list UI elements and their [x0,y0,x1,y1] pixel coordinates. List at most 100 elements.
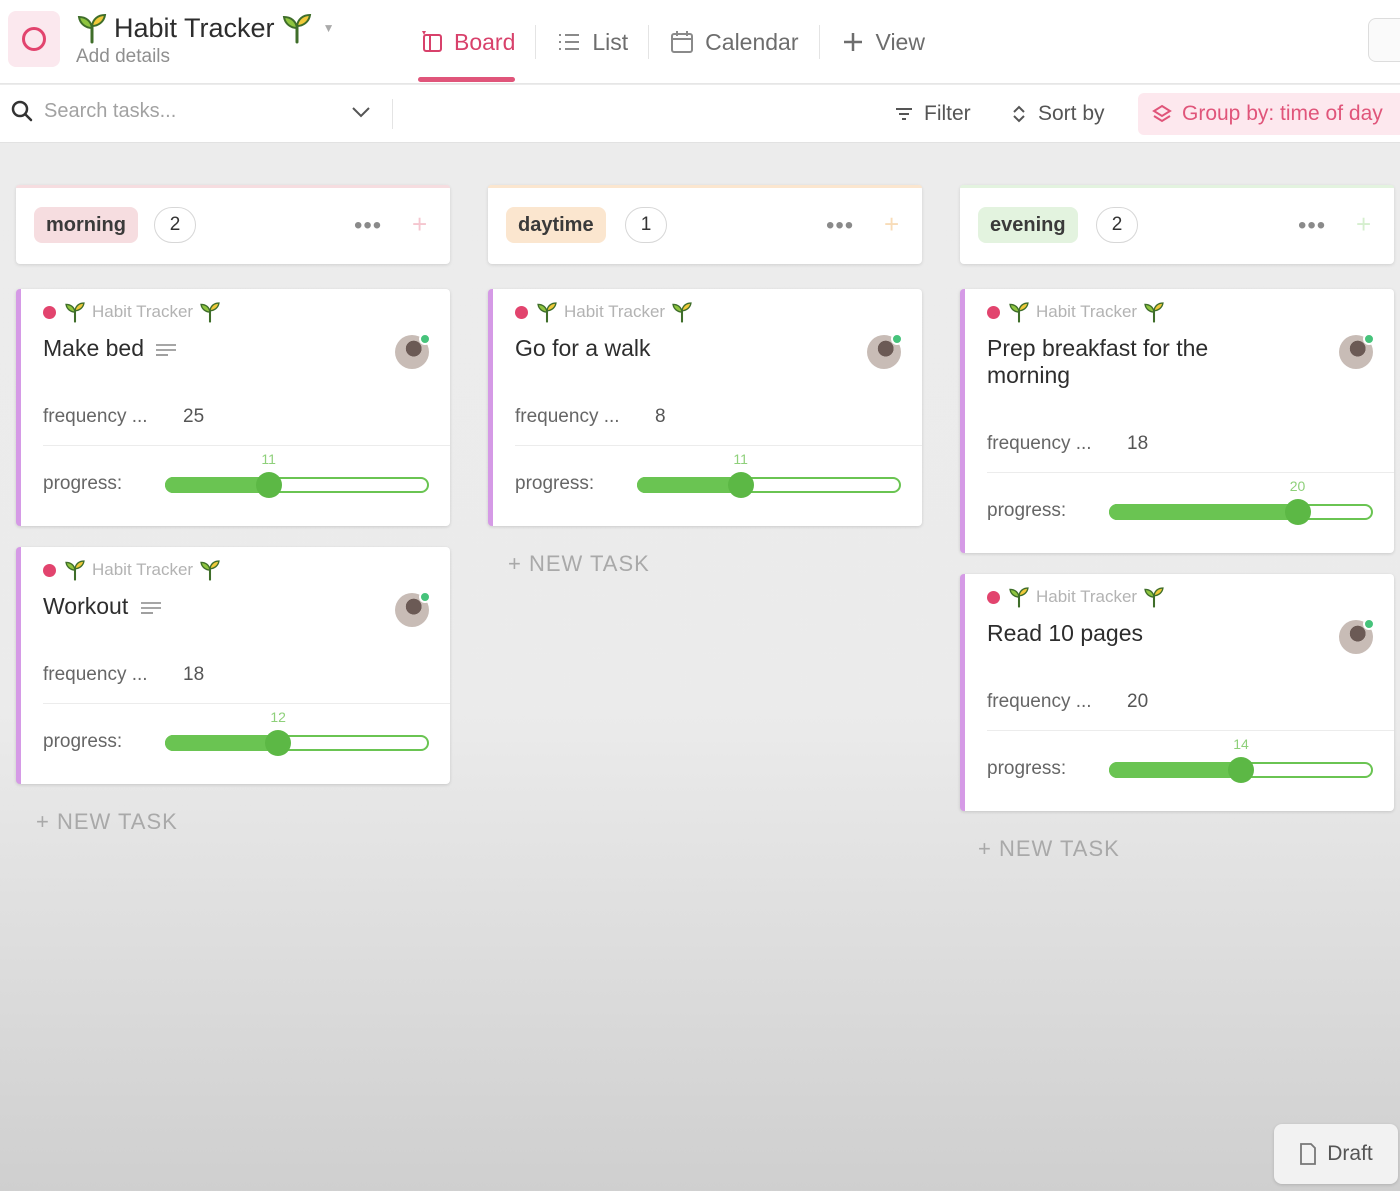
task-title[interactable]: Workout [43,593,343,620]
progress-field: progress: 14 [987,736,1377,788]
tab-list[interactable]: List [536,0,648,84]
field-name: progress: [987,500,1067,521]
status-pill[interactable]: morning [34,207,138,243]
sort-button[interactable]: Sort by [1010,99,1105,129]
field-name: progress: [515,473,595,494]
task-count-badge: 1 [625,207,667,243]
online-status-icon [891,333,903,345]
task-location[interactable]: Habit Tracker [987,301,1165,323]
progress-slider[interactable]: 11 [637,451,901,498]
task-title-text: Prep breakfast for the morning [987,335,1209,388]
assignee-avatar[interactable] [395,333,431,369]
tab-add-view[interactable]: View [820,0,945,84]
slider-handle[interactable] [265,730,292,756]
tab-label: List [592,28,629,55]
add-task-icon[interactable]: + [412,209,427,240]
more-options-icon[interactable]: ••• [354,212,382,240]
more-options-icon[interactable]: ••• [826,212,854,240]
field-name: frequency ... [987,691,1092,712]
sprout-icon [536,301,558,323]
task-title[interactable]: Read 10 pages [987,620,1287,647]
board-icon [422,31,442,52]
assignee-avatar[interactable] [867,333,903,369]
filter-button[interactable]: Filter [894,99,971,129]
chevron-down-icon[interactable]: ▼ [323,21,335,35]
slider-value: 11 [733,451,748,467]
field-name: frequency ... [987,433,1092,454]
sprout-icon [1008,586,1030,608]
assignee-avatar[interactable] [395,591,431,627]
task-title[interactable]: Prep breakfast for the morning [987,335,1287,389]
field-value[interactable]: 18 [1127,433,1148,455]
slider-fill [637,477,741,493]
sprout-icon [64,559,86,581]
tab-label: Calendar [705,28,799,55]
group-by-label: Group by: time of day [1182,102,1383,125]
list-icon [559,34,580,50]
location-label: Habit Tracker [1036,302,1138,321]
slider-handle[interactable] [727,472,754,498]
add-task-icon[interactable]: + [884,209,899,240]
frequency-field: frequency ... 18 [987,433,1148,455]
task-card[interactable]: Habit Tracker Workout frequency ... 18 p… [16,547,450,784]
progress-slider[interactable]: 12 [165,709,429,756]
status-pill[interactable]: daytime [506,207,606,243]
task-title[interactable]: Make bed [43,335,343,362]
draft-button[interactable]: Draft [1274,1124,1398,1184]
tab-board[interactable]: Board [398,0,535,84]
assignee-avatar[interactable] [1339,333,1375,369]
sprout-icon [64,301,86,323]
task-card[interactable]: Habit Tracker Make bed frequency ... 25 … [16,289,450,526]
online-status-icon [419,591,431,603]
group-by-button[interactable]: Group by: time of day [1138,93,1400,135]
search-input[interactable] [44,99,324,123]
field-value[interactable]: 25 [183,406,204,428]
description-icon [140,602,161,614]
location-dot-icon [987,305,1000,319]
layers-icon [1152,104,1172,123]
slider-handle[interactable] [1228,757,1254,783]
slider-handle[interactable] [1284,499,1311,525]
slider-fill [1109,762,1241,778]
more-options-icon[interactable]: ••• [1298,212,1326,240]
sprout-icon [671,301,693,323]
page-title[interactable]: Habit Tracker [114,13,275,44]
assignee-avatar[interactable] [1339,618,1375,654]
progress-field: progress: 11 [515,451,905,503]
new-task-button[interactable]: + NEW TASK [508,551,650,577]
field-value[interactable]: 8 [655,406,666,428]
search-icon [11,100,33,122]
status-pill[interactable]: evening [978,207,1078,243]
task-title[interactable]: Go for a walk [515,335,815,362]
location-label: Habit Tracker [92,302,194,321]
task-count-badge: 2 [1096,207,1138,243]
slider-fill [165,477,269,493]
progress-slider[interactable]: 11 [165,451,429,498]
chevron-down-icon[interactable] [350,101,372,123]
tab-calendar[interactable]: Calendar [649,0,818,84]
task-location[interactable]: Habit Tracker [987,586,1165,608]
field-value[interactable]: 18 [183,664,204,686]
task-location[interactable]: Habit Tracker [515,301,693,323]
slider-value: 14 [1233,736,1249,752]
location-dot-icon [987,590,1000,604]
task-location[interactable]: Habit Tracker [43,559,221,581]
new-task-button[interactable]: + NEW TASK [36,809,178,835]
task-location[interactable]: Habit Tracker [43,301,221,323]
online-status-icon [1363,333,1375,345]
space-icon[interactable] [8,11,60,67]
progress-field: progress: 20 [987,478,1377,530]
automation-button[interactable] [1368,18,1400,62]
task-card[interactable]: Habit Tracker Read 10 pages frequency ..… [960,574,1394,811]
slider-handle[interactable] [255,472,282,498]
progress-slider[interactable]: 20 [1109,478,1373,525]
progress-slider[interactable]: 14 [1109,736,1373,783]
add-task-icon[interactable]: + [1356,209,1371,240]
field-value[interactable]: 20 [1127,691,1148,713]
location-label: Habit Tracker [1036,587,1138,606]
task-card[interactable]: Habit Tracker Prep breakfast for the mor… [960,289,1394,553]
new-task-button[interactable]: + NEW TASK [978,836,1120,862]
task-card[interactable]: Habit Tracker Go for a walk frequency ..… [488,289,922,526]
add-details-link[interactable]: Add details [76,46,334,68]
sprout-icon [199,301,221,323]
